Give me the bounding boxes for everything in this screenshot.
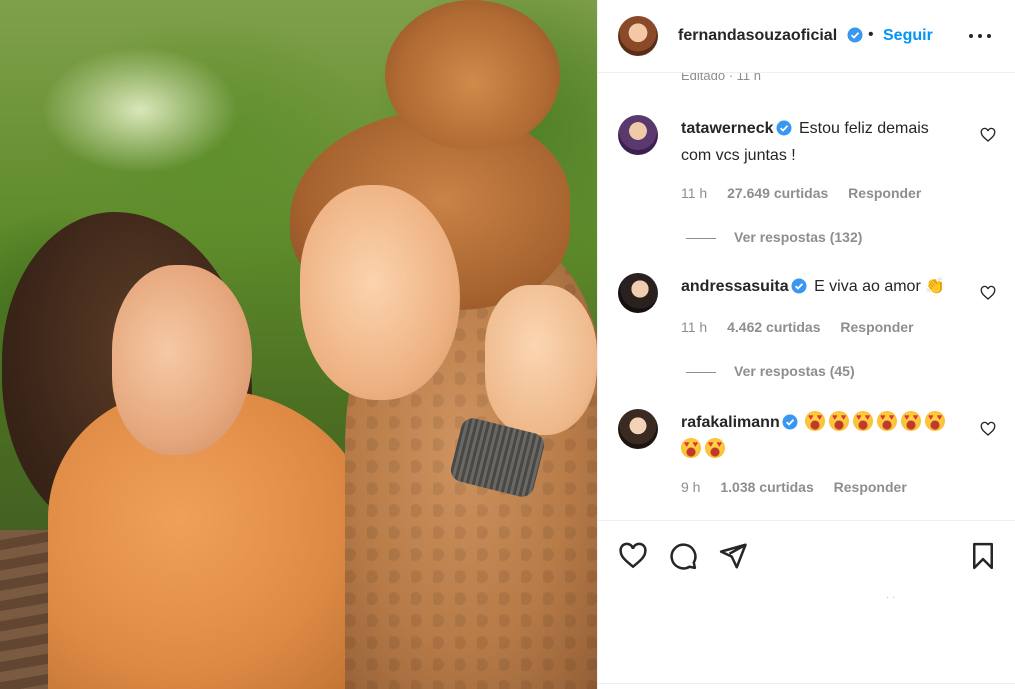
post-actions-bar: . . [598, 520, 1015, 689]
heart-eyes-emoji [877, 411, 898, 431]
comment-body: E viva ao amor 👏 [814, 278, 946, 295]
separator-dot: • [868, 26, 874, 43]
reply-button[interactable]: Responder [848, 185, 921, 201]
more-options-icon[interactable] [965, 24, 995, 48]
share-icon[interactable] [718, 541, 748, 571]
heart-eyes-emoji [805, 411, 826, 431]
comment-meta: 11 h 4.462 curtidas Responder [681, 319, 930, 335]
bookmark-icon[interactable] [968, 541, 998, 571]
heart-icon[interactable] [618, 541, 648, 571]
commenter-username[interactable]: tatawerneck [681, 120, 774, 137]
divider-line [686, 237, 716, 239]
commenter-avatar[interactable] [618, 409, 658, 449]
commenter-username[interactable]: rafakalimann [681, 414, 780, 431]
comment-time: 11 h [681, 319, 708, 335]
commenter-avatar[interactable] [618, 273, 658, 313]
comment-likes[interactable]: 4.462 curtidas [727, 319, 820, 335]
divider-line [686, 371, 716, 373]
comment-likes[interactable]: 1.038 curtidas [720, 479, 813, 495]
view-replies-label: Ver respostas (132) [734, 229, 863, 245]
heart-eyes-emoji [901, 411, 922, 431]
faint-hint: . . [886, 589, 896, 601]
author-avatar[interactable] [618, 16, 658, 56]
comment-like-heart-icon[interactable] [980, 127, 996, 143]
comment-icon[interactable] [668, 541, 698, 571]
reply-button[interactable]: Responder [840, 319, 913, 335]
heart-eyes-emoji [829, 411, 850, 431]
verified-badge-icon [847, 27, 863, 48]
post-side-panel: fernandasouzaoficial • Seguir Editado · … [597, 0, 1015, 689]
comment-meta: 9 h 1.038 curtidas Responder [681, 479, 923, 495]
commenter-avatar[interactable] [618, 115, 658, 155]
comment-likes[interactable]: 27.649 curtidas [727, 185, 828, 201]
hand [485, 285, 597, 435]
post-header: fernandasouzaoficial • Seguir [598, 0, 1015, 73]
right-person-hair-bun [385, 0, 560, 150]
heart-eyes-emoji [705, 438, 725, 458]
post-photo[interactable] [0, 0, 597, 689]
comment-like-heart-icon[interactable] [980, 285, 996, 301]
comments-list[interactable]: Editado · 11 h tatawerneck Estou feliz d… [598, 73, 1015, 520]
verified-badge-icon [782, 414, 798, 438]
comment-text: andressasuita E viva ao amor 👏 [681, 275, 961, 302]
follow-button[interactable]: Seguir [883, 27, 933, 45]
comment-time: 9 h [681, 479, 701, 495]
heart-eyes-emoji [681, 438, 701, 458]
verified-badge-icon [776, 120, 792, 144]
comment-text: tatawerneck Estou feliz demais com vcs j… [681, 117, 961, 168]
view-replies-button[interactable]: Ver respostas (132) [686, 229, 862, 245]
heart-eyes-emoji [925, 411, 946, 431]
heart-eyes-emoji [853, 411, 874, 431]
author-username[interactable]: fernandasouzaoficial [678, 27, 837, 45]
comment-like-heart-icon[interactable] [980, 421, 996, 437]
comment-text: rafakalimann [681, 411, 961, 462]
commenter-username[interactable]: andressasuita [681, 278, 789, 295]
verified-badge-icon [791, 278, 807, 302]
divider [598, 683, 1015, 684]
view-replies-button[interactable]: Ver respostas (45) [686, 363, 855, 379]
view-replies-label: Ver respostas (45) [734, 363, 855, 379]
comment-time: 11 h [681, 185, 708, 201]
reply-button[interactable]: Responder [834, 479, 907, 495]
edited-timestamp: Editado · 11 h [681, 73, 761, 83]
comment-meta: 11 h 27.649 curtidas Responder [681, 185, 937, 201]
